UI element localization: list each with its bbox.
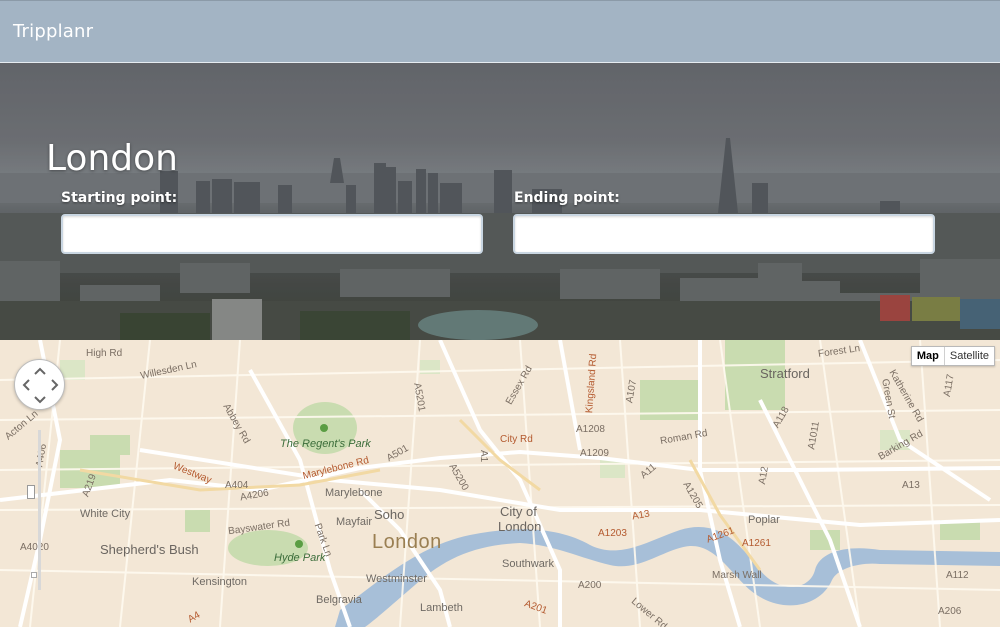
map-label-hyde-park: Hyde Park xyxy=(274,552,326,564)
map-label-southwark: Southwark xyxy=(502,558,554,570)
map-type-control: Map Satellite xyxy=(910,346,995,366)
map-label-a112: A112 xyxy=(946,570,969,581)
map-label-high-rd: High Rd xyxy=(86,348,123,359)
map-label-lambeth: Lambeth xyxy=(420,602,463,614)
city-title: London xyxy=(46,138,178,179)
starting-point-label: Starting point: xyxy=(61,190,178,206)
ending-point-input[interactable] xyxy=(513,214,935,254)
starting-point-input[interactable] xyxy=(61,214,483,254)
map-label-a404: A404 xyxy=(225,480,249,491)
map-label-a1208: A1208 xyxy=(576,424,605,435)
ending-point-label: Ending point: xyxy=(514,190,620,206)
map-label-london: London xyxy=(372,531,442,553)
map-label-city-rd: City Rd xyxy=(500,434,533,445)
map-type-satellite-button[interactable]: Satellite xyxy=(944,347,994,365)
map-label-kensington: Kensington xyxy=(192,576,248,588)
map-label-a200: A200 xyxy=(578,580,602,591)
map-label-belgravia: Belgravia xyxy=(316,594,362,606)
map-tiles[interactable] xyxy=(0,340,1000,627)
map-type-map-button[interactable]: Map xyxy=(911,347,945,365)
zoom-out-handle[interactable] xyxy=(31,572,37,578)
map-label-a1: A1 xyxy=(478,450,489,463)
pan-right-icon[interactable] xyxy=(51,379,59,391)
pan-control[interactable] xyxy=(14,359,65,410)
map-label-marsh-wall: Marsh Wall xyxy=(712,570,762,581)
map-view[interactable]: High Rd Willesden Ln Abbey Rd Acton Ln A… xyxy=(0,340,1000,627)
pan-up-icon[interactable] xyxy=(34,367,46,375)
hero-banner: London Starting point: Ending point: xyxy=(0,63,1000,340)
map-label-london-city: London xyxy=(498,519,542,534)
map-label-a1203: A1203 xyxy=(598,528,627,539)
map-label-poplar: Poplar xyxy=(748,514,780,526)
map-label-a1209: A1209 xyxy=(580,448,609,459)
map-label-soho: Soho xyxy=(374,507,405,522)
map-label-a4020: A4020 xyxy=(20,542,49,553)
zoom-slider-handle[interactable] xyxy=(27,485,35,499)
map-label-a1261-east: A1261 xyxy=(742,538,771,549)
pan-left-icon[interactable] xyxy=(22,379,30,391)
pan-down-icon[interactable] xyxy=(34,396,46,404)
map-label-shepherds-bush: Shepherd's Bush xyxy=(100,542,199,557)
map-label-city-of: City of xyxy=(500,504,537,519)
map-label-white-city: White City xyxy=(80,508,131,520)
map-label-westminster: Westminster xyxy=(366,573,427,585)
map-label-marylebone: Marylebone xyxy=(325,487,383,499)
map-label-regents-park: The Regent's Park xyxy=(280,438,371,450)
brand-logo[interactable]: Tripplanr xyxy=(13,21,93,42)
map-label-a206: A206 xyxy=(938,606,962,617)
zoom-slider[interactable] xyxy=(38,430,41,590)
map-label-mayfair: Mayfair xyxy=(336,516,373,528)
navbar: Tripplanr xyxy=(0,0,1000,63)
map-label-stratford: Stratford xyxy=(760,366,810,381)
map-label-a13-east: A13 xyxy=(902,480,920,491)
